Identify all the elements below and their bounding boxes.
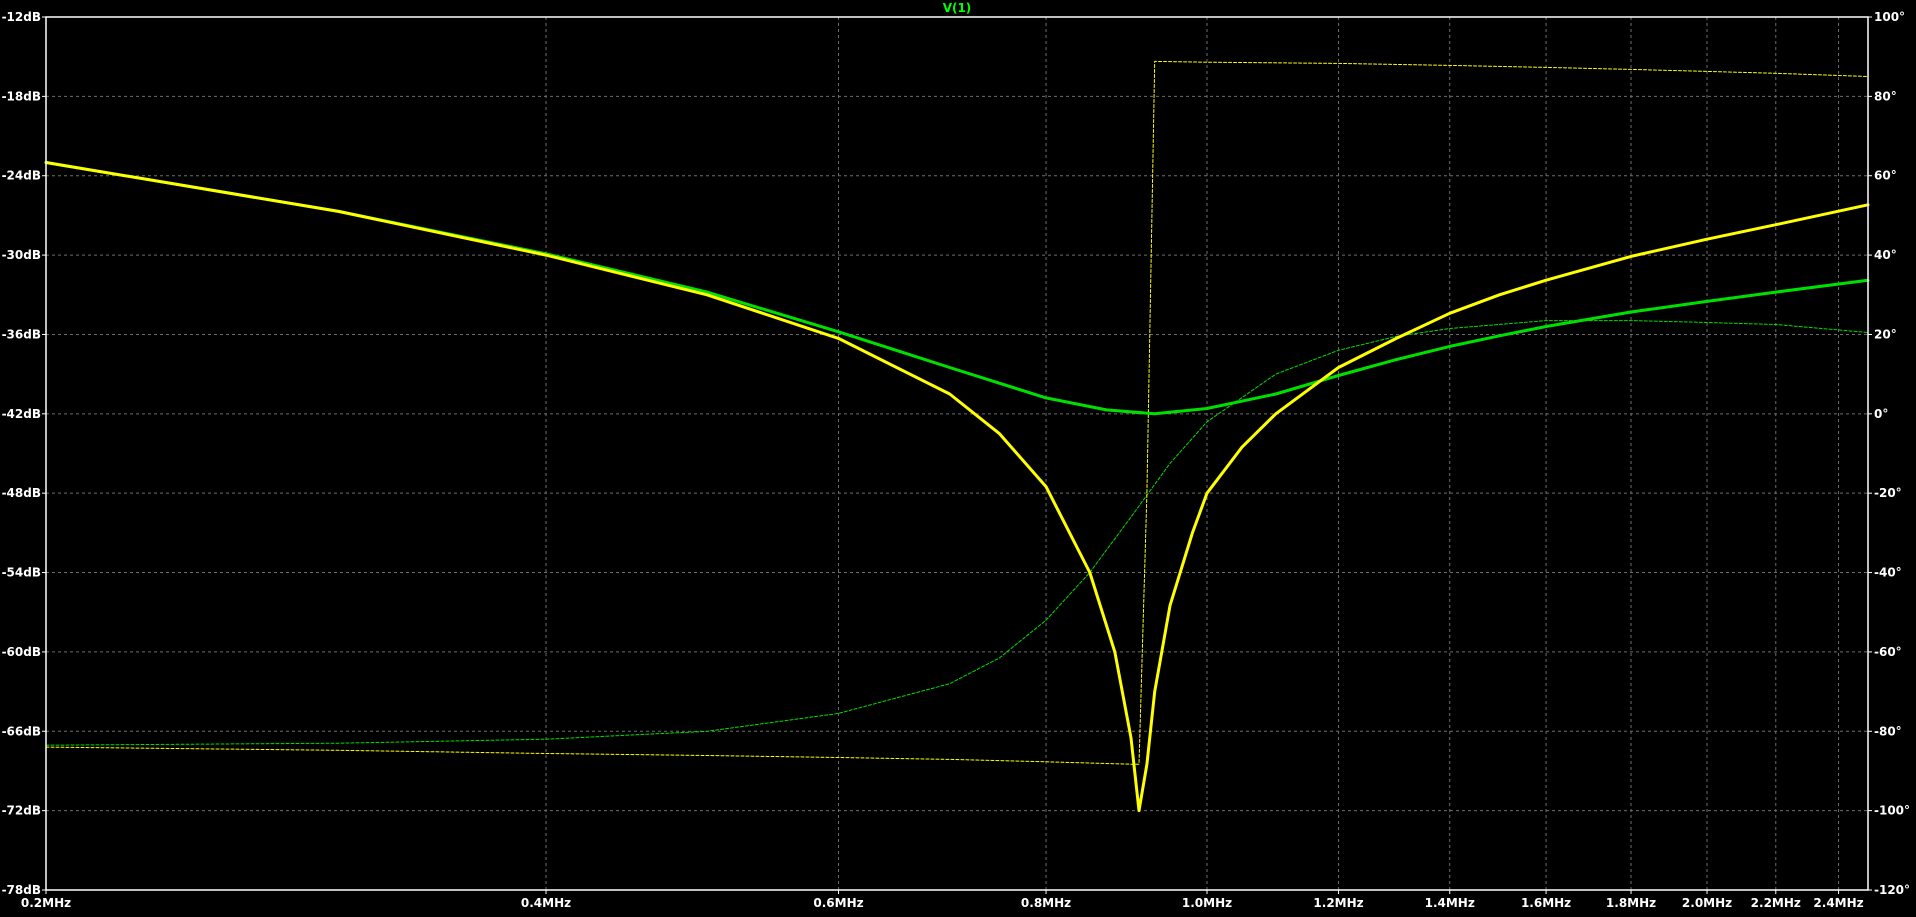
y-left-tick-label: -36dB [2,327,41,341]
x-tick-label: 2.2MHz [1751,896,1801,910]
x-tick-label: 1.4MHz [1425,896,1475,910]
x-tick-label: 1.0MHz [1182,896,1232,910]
y-left-tick-label: -54dB [2,566,41,580]
y-right-tick-label: 40° [1874,248,1897,262]
y-left-tick-label: -12dB [2,10,41,24]
y-right-tick-label: -80° [1874,724,1902,738]
y-right-tick-label: 100° [1874,10,1905,24]
y-left-tick-label: -42dB [2,407,41,421]
y-left-tick-label: -66dB [2,724,41,738]
y-left-tick-label: -72dB [2,804,41,818]
y-left-tick-label: -60dB [2,645,41,659]
x-tick-label: 1.2MHz [1313,896,1363,910]
chart-title: V(1) [943,1,972,15]
x-tick-label: 0.4MHz [521,896,571,910]
x-tick-label: 1.8MHz [1606,896,1656,910]
plot-background [0,0,1916,917]
y-right-tick-label: 0° [1874,407,1888,421]
y-left-tick-label: -78dB [2,883,41,897]
y-right-tick-label: -20° [1874,486,1902,500]
y-right-tick-label: -120° [1874,883,1910,897]
y-left-tick-label: -18dB [2,89,41,103]
y-right-tick-label: 80° [1874,89,1897,103]
y-left-tick-label: -30dB [2,248,41,262]
y-left-tick-label: -48dB [2,486,41,500]
y-right-tick-label: -100° [1874,804,1910,818]
x-tick-label: 2.0MHz [1682,896,1732,910]
x-tick-label: 1.6MHz [1521,896,1571,910]
y-right-tick-label: -60° [1874,645,1902,659]
y-right-tick-label: 20° [1874,327,1897,341]
bode-plot: 0.2MHz 0.4MHz 0.6MHz 0.8MHz 1.0MHz 1.2MHz 1.4M… [0,0,1916,917]
y-right-tick-label: 60° [1874,169,1897,183]
x-tick-label: 2.4MHz [1813,896,1863,910]
y-right-tick-label: -40° [1874,566,1902,580]
x-tick-label: 0.2MHz [21,896,71,910]
x-tick-label: 0.8MHz [1021,896,1071,910]
y-left-tick-label: -24dB [2,169,41,183]
x-tick-label: 0.6MHz [813,896,863,910]
